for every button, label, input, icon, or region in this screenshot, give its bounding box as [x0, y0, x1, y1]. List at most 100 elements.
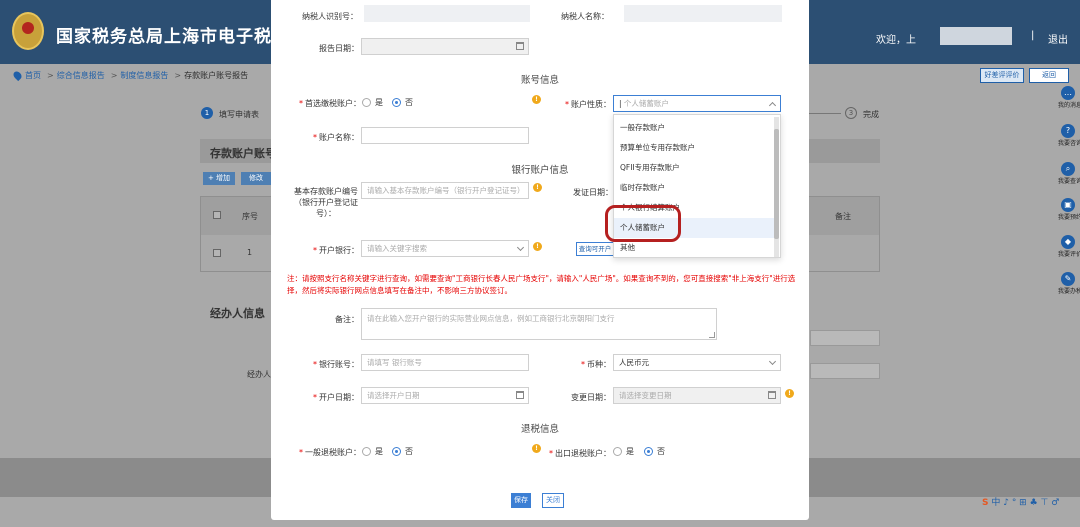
rail-item-consult[interactable]: ? 我要咨询 — [1056, 124, 1080, 147]
report-date-field[interactable] — [361, 38, 529, 55]
bank-account-input[interactable]: 请填写 银行账号 — [361, 354, 529, 371]
highlight-annotation — [605, 205, 681, 242]
agent-field-2 — [810, 363, 880, 379]
panel-title: 存款账户账号 — [210, 147, 276, 160]
dropdown-option[interactable]: 预算单位专用存款账户 — [614, 138, 774, 158]
currency-label: * 币种： — [581, 360, 611, 369]
basic-account-input[interactable]: 请输入基本存款账户编号（银行开户登记证号） — [361, 182, 529, 199]
pen-icon: ✎ — [1061, 272, 1075, 286]
account-report-modal: 纳税人识别号： 纳税人名称： 报告日期： 账号信息 * 首选缴税账户： 是 否 !… — [271, 0, 809, 520]
preferred-no-radio[interactable] — [392, 98, 401, 107]
open-bank-placeholder: 请输入关键字搜索 — [367, 244, 427, 253]
general-refund-no-radio[interactable] — [392, 447, 401, 456]
step-3-indicator: 3 — [845, 107, 857, 119]
calendar-icon — [768, 391, 776, 399]
section-account-info: 账号信息 — [520, 75, 559, 86]
account-name-input[interactable] — [361, 127, 529, 144]
warning-icon: ! — [532, 444, 541, 453]
agent-label: 经办人 — [247, 370, 271, 379]
preferred-yes-label: 是 — [375, 98, 383, 107]
breadcrumb-level2[interactable]: 制度信息报告 — [120, 71, 168, 80]
breadcrumb-current: 存款账户账号报告 — [184, 71, 249, 80]
edit-row-button[interactable]: 修改 — [241, 172, 271, 185]
general-refund-yes-label: 是 — [375, 447, 383, 456]
dropdown-scrollbar[interactable] — [774, 117, 779, 257]
step-1-indicator: 1 — [201, 107, 213, 119]
question-icon: ? — [1061, 124, 1075, 138]
warning-icon: ! — [533, 183, 542, 192]
shield-icon: ◆ — [1061, 235, 1075, 249]
taxpayer-name-label: 纳税人名称： — [561, 12, 609, 21]
dropdown-option[interactable]: 临时存款账户 — [614, 178, 774, 198]
rail-item-handle[interactable]: ✎ 我要办税 — [1056, 272, 1080, 295]
export-refund-yes-label: 是 — [626, 447, 634, 456]
close-button[interactable]: 关闭 — [542, 493, 564, 508]
step-3-label: 完成 — [863, 110, 879, 119]
general-refund-no-label: 否 — [405, 447, 413, 456]
rail-label: 我要办税 — [1058, 288, 1080, 295]
search-icon: ⌕ — [1061, 162, 1075, 176]
rail-item-evaluate[interactable]: ◆ 我要评价 — [1056, 235, 1080, 258]
rail-item-appointment[interactable]: ▣ 我要预约 — [1056, 198, 1080, 221]
rail-item-messages[interactable]: … 我的消息 — [1056, 86, 1080, 109]
rail-label: 我要预约 — [1058, 214, 1080, 221]
query-bank-button[interactable]: 查询可开户 — [576, 242, 614, 256]
bank-account-label: * 银行账号： — [313, 360, 359, 369]
change-date-placeholder: 请选择变更日期 — [619, 391, 672, 400]
export-refund-label: * 出口退税账户： — [549, 449, 611, 458]
column-remark-header: 备注 — [835, 212, 851, 221]
export-refund-no-radio[interactable] — [644, 447, 653, 456]
select-all-checkbox[interactable] — [213, 211, 221, 219]
export-refund-no-label: 否 — [657, 447, 665, 456]
currency-select[interactable]: 人民币元 — [613, 354, 781, 371]
remark-label: 备注： — [335, 315, 359, 324]
open-bank-select[interactable]: 请输入关键字搜索 — [361, 240, 529, 257]
calendar-icon: ▣ — [1061, 198, 1075, 212]
rate-button[interactable]: 好差评评价 — [980, 68, 1024, 83]
report-date-label: 报告日期： — [319, 44, 359, 53]
column-index-header: 序号 — [242, 212, 258, 221]
preferred-yes-radio[interactable] — [362, 98, 371, 107]
breadcrumb-level1[interactable]: 综合信息报告 — [57, 71, 105, 80]
account-nature-select[interactable]: | 个人储蓄账户 — [613, 95, 781, 112]
row-checkbox[interactable] — [213, 249, 221, 257]
dropdown-option[interactable]: QFII专用存款账户 — [614, 158, 774, 178]
change-date-field[interactable]: 请选择变更日期 — [613, 387, 781, 404]
dropdown-option[interactable]: 一般存款账户 — [614, 118, 774, 138]
sogou-logo-icon: S — [982, 498, 989, 508]
chevron-down-icon — [516, 243, 525, 252]
breadcrumb-home[interactable]: 首页 — [25, 71, 41, 80]
taxpayer-name-value — [624, 5, 782, 22]
export-refund-yes-radio[interactable] — [613, 447, 622, 456]
general-refund-yes-radio[interactable] — [362, 447, 371, 456]
back-button[interactable]: 返回 — [1029, 68, 1069, 83]
location-pin-icon — [11, 69, 24, 82]
header-separator: | — [1031, 30, 1035, 41]
change-date-label: 变更日期： — [571, 393, 611, 402]
remark-textarea[interactable]: 请在此输入您开户银行的实际营业网点信息，例如工商银行北京朝阳门支行 — [361, 308, 717, 340]
calendar-icon — [516, 42, 524, 50]
open-date-label: * 开户日期： — [313, 393, 359, 402]
save-button[interactable]: 保存 — [511, 493, 531, 508]
agent-section-title: 经办人信息 — [210, 307, 265, 320]
rail-item-query[interactable]: ⌕ 我要查询 — [1056, 162, 1080, 185]
taxpayer-id-label: 纳税人识别号： — [302, 12, 358, 21]
logout-link[interactable]: 退出 — [1048, 31, 1068, 46]
table-header — [201, 197, 271, 235]
add-row-button[interactable]: + 增加 — [203, 172, 235, 185]
calendar-icon — [516, 391, 524, 399]
open-date-field[interactable]: 请选择开户日期 — [361, 387, 529, 404]
row-index: 1 — [247, 248, 253, 257]
preferred-account-label: * 首选缴税账户： — [299, 99, 361, 108]
account-nature-placeholder: 个人储蓄账户 — [623, 99, 669, 108]
chevron-up-icon — [768, 101, 777, 110]
open-bank-label: * 开户银行： — [313, 246, 359, 255]
taxpayer-id-value — [364, 5, 530, 22]
issue-date-label: 发证日期： — [573, 188, 613, 197]
ime-toolbar[interactable]: S 中 ♪ ° ⊞ ♣ ⊤ ♂ — [982, 495, 1059, 508]
account-name-label: * 账户名称： — [313, 133, 359, 142]
rail-label: 我的消息 — [1058, 102, 1080, 109]
rail-label: 我要查询 — [1058, 178, 1080, 185]
account-nature-label: * 账户性质： — [565, 100, 611, 109]
breadcrumb-sep: > — [47, 71, 54, 80]
